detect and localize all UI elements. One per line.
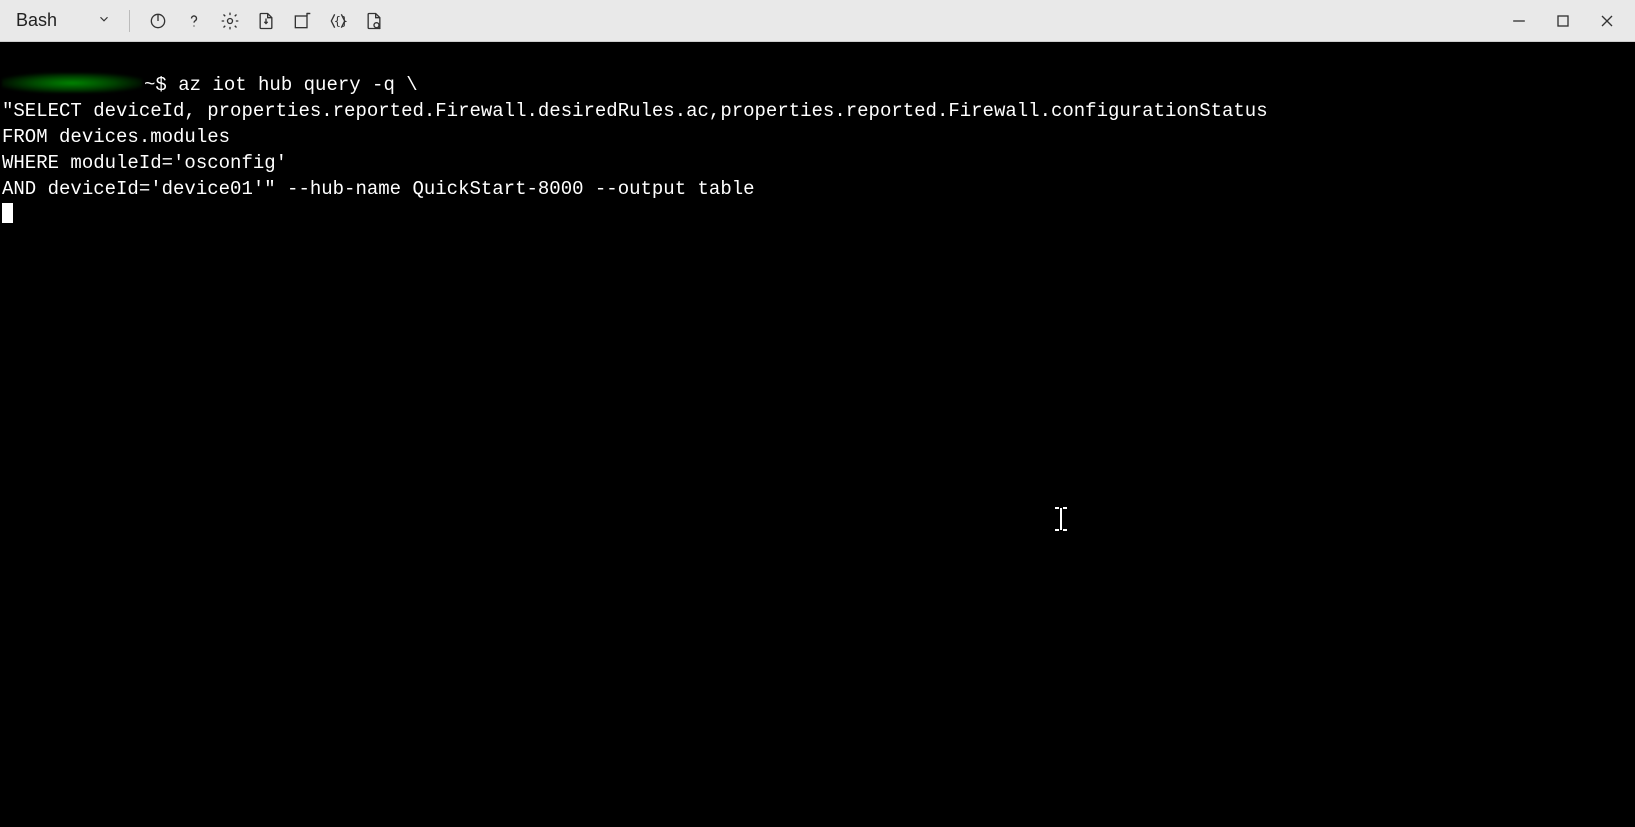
chevron-down-icon: [97, 10, 111, 31]
restart-button[interactable]: [140, 3, 176, 39]
terminal-line-2: "SELECT deviceId, properties.reported.Fi…: [2, 100, 1268, 122]
redacted-hostname: [2, 73, 142, 93]
editor-button[interactable]: {}: [320, 3, 356, 39]
terminal-line-3: FROM devices.modules: [2, 126, 230, 148]
prompt-symbol: ~$: [144, 74, 178, 96]
help-button[interactable]: [176, 3, 212, 39]
svg-text:{}: {}: [334, 14, 348, 28]
terminal-line-5: AND deviceId='device01'" --hub-name Quic…: [2, 178, 755, 200]
toolbar-divider: [129, 10, 130, 32]
web-preview-button[interactable]: [356, 3, 392, 39]
terminal-line-1: az iot hub query -q \: [178, 74, 417, 96]
terminal-cursor: [2, 203, 13, 223]
upload-download-button[interactable]: [248, 3, 284, 39]
terminal-line-4: WHERE moduleId='osconfig': [2, 152, 287, 174]
maximize-button[interactable]: [1543, 3, 1583, 39]
close-button[interactable]: [1587, 3, 1627, 39]
text-caret-icon: [1023, 480, 1070, 540]
shell-type-dropdown[interactable]: Bash: [8, 10, 119, 31]
cloud-shell-toolbar: Bash {}: [0, 0, 1635, 42]
settings-button[interactable]: [212, 3, 248, 39]
shell-type-label: Bash: [16, 10, 57, 31]
terminal-area[interactable]: ~$ az iot hub query -q \ "SELECT deviceI…: [0, 42, 1635, 827]
new-session-button[interactable]: [284, 3, 320, 39]
minimize-button[interactable]: [1499, 3, 1539, 39]
